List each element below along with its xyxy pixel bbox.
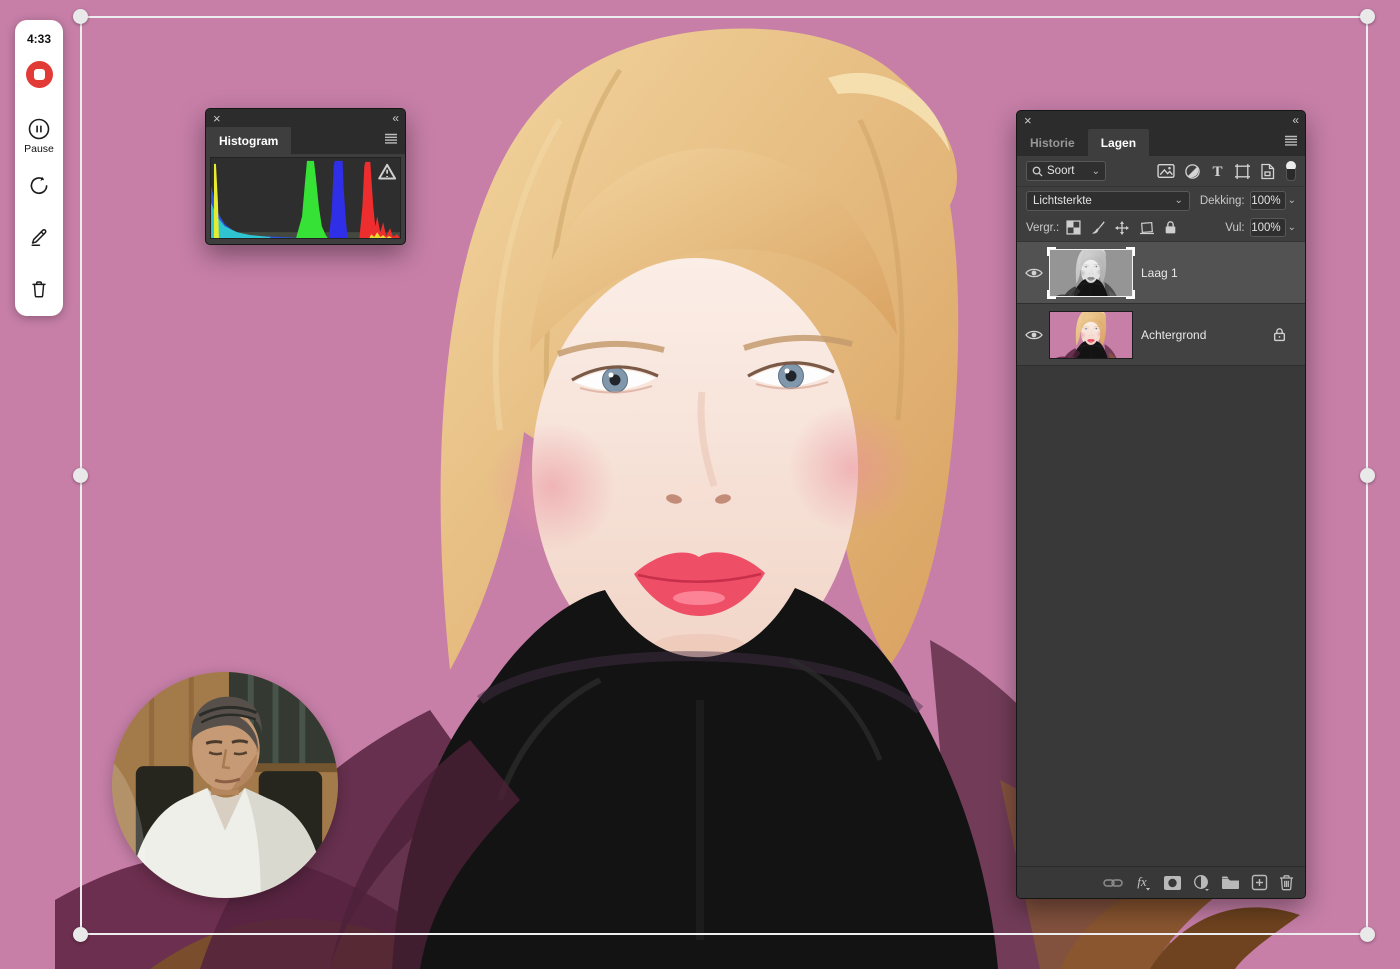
close-icon[interactable]: × (213, 112, 221, 125)
type-layer-filter-icon[interactable]: T (1210, 163, 1225, 179)
selection-corner (1047, 289, 1056, 299)
layers-list: Laag 1 Achtergrond (1017, 242, 1305, 866)
opacity-value: 100% (1251, 194, 1281, 207)
chevron-down-icon[interactable]: ⌄ (1288, 195, 1296, 206)
pause-label: Pause (24, 143, 54, 155)
resize-handle-middle-left[interactable] (73, 467, 88, 483)
visibility-toggle[interactable] (1017, 267, 1050, 279)
close-icon[interactable]: × (1024, 114, 1032, 127)
histogram-titlebar: × « (206, 109, 405, 127)
layers-bottom-toolbar: fx (1017, 866, 1305, 898)
toggle-track (1286, 169, 1296, 181)
layer-row-achtergrond[interactable]: Achtergrond (1017, 304, 1305, 366)
lock-transparency-icon[interactable] (1066, 220, 1081, 235)
layer-name[interactable]: Achtergrond (1141, 328, 1206, 342)
webcam-bubble[interactable] (112, 672, 338, 898)
filter-type-dropdown[interactable]: Soort ⌄ (1026, 161, 1106, 181)
new-layer-icon[interactable] (1251, 874, 1268, 891)
recording-timer: 4:33 (26, 32, 52, 46)
new-group-folder-icon[interactable] (1221, 875, 1240, 890)
chevron-down-icon[interactable]: ⌄ (1288, 222, 1296, 233)
pencil-icon (28, 226, 50, 248)
selection-corner (1126, 289, 1135, 299)
chevron-down-icon: ⌄ (1174, 195, 1183, 206)
lock-position-icon[interactable] (1114, 220, 1130, 236)
layers-titlebar: × « (1017, 111, 1305, 129)
layer-lock-icon[interactable] (1273, 327, 1286, 342)
panel-menu-icon[interactable] (1284, 135, 1298, 146)
selection-corner (1126, 246, 1135, 256)
panel-menu-icon[interactable] (384, 133, 398, 144)
draw-annotate-button[interactable] (28, 226, 50, 248)
layer-row-laag-1[interactable]: Laag 1 (1017, 242, 1305, 304)
smart-object-filter-icon[interactable] (1260, 163, 1275, 180)
delete-layer-trash-icon[interactable] (1279, 874, 1294, 891)
pixel-layer-filter-icon[interactable] (1157, 163, 1175, 179)
add-layer-mask-icon[interactable] (1163, 875, 1182, 891)
stop-recording-button[interactable] (25, 61, 53, 88)
fill-value: 100% (1251, 221, 1281, 234)
selection-corner (1047, 246, 1056, 256)
tab-histogram[interactable]: Histogram (206, 127, 292, 154)
fill-field[interactable]: 100% (1249, 218, 1286, 237)
eye-icon (1024, 330, 1043, 339)
tab-lagen[interactable]: Lagen (1087, 129, 1150, 156)
visibility-toggle[interactable] (1017, 329, 1050, 341)
filter-kind-icons: T (1157, 163, 1275, 180)
lock-options (1066, 220, 1177, 236)
stop-icon (33, 69, 45, 80)
pause-icon (27, 117, 51, 141)
lock-pixels-brush-icon[interactable] (1090, 220, 1105, 235)
tab-historie[interactable]: Historie (1017, 129, 1088, 156)
blend-mode-row: Lichtsterkte ⌄ Dekking: 100% ⌄ (1017, 187, 1305, 214)
histogram-chart (211, 160, 400, 238)
layers-panel: × « Historie Lagen Soort ⌄ T Lichtsterkt… (1016, 110, 1306, 899)
screen: 4:33 Pause × « Histogram × « Historie La… (0, 0, 1400, 969)
lock-all-icon[interactable] (1164, 220, 1177, 235)
clipping-warning-icon[interactable] (378, 163, 397, 180)
resize-handle-middle-right[interactable] (1360, 467, 1375, 483)
restart-recording-button[interactable] (28, 175, 50, 197)
filter-type-label: Soort (1047, 165, 1075, 177)
eye-icon (1024, 268, 1043, 277)
recorder-toolbar: 4:33 Pause (15, 20, 63, 316)
pause-button[interactable]: Pause (24, 117, 54, 155)
layer-filter-toggle[interactable] (1286, 161, 1296, 181)
blend-mode-dropdown[interactable]: Lichtsterkte ⌄ (1026, 190, 1190, 211)
opacity-field[interactable]: 100% (1249, 191, 1286, 210)
lock-artboard-icon[interactable] (1139, 220, 1155, 235)
search-icon (1032, 166, 1043, 177)
layer-thumbnail[interactable] (1047, 246, 1135, 299)
adjustment-layer-filter-icon[interactable] (1184, 163, 1201, 180)
lock-row: Vergr.: Vul: 100% ⌄ (1017, 214, 1305, 242)
opacity-label: Dekking: (1199, 194, 1245, 207)
fill-label: Vul: (1225, 221, 1245, 234)
webcam-video (112, 672, 338, 898)
shape-layer-filter-icon[interactable] (1234, 163, 1251, 180)
collapse-icon[interactable]: « (1292, 113, 1299, 127)
histogram-panel: × « Histogram (205, 108, 406, 245)
link-layers-icon[interactable] (1103, 876, 1123, 890)
blend-mode-value: Lichtsterkte (1033, 194, 1092, 207)
layer-filter-row: Soort ⌄ T (1017, 156, 1305, 187)
resize-handle-top-right[interactable] (1360, 9, 1375, 24)
layer-name[interactable]: Laag 1 (1141, 266, 1178, 280)
resize-handle-top-left[interactable] (73, 9, 88, 24)
chevron-down-icon: ⌄ (1091, 165, 1100, 177)
resize-handle-bottom-left[interactable] (73, 927, 88, 942)
trash-icon (28, 278, 50, 300)
discard-recording-button[interactable] (28, 278, 50, 300)
histogram-tabs: Histogram (206, 127, 405, 154)
collapse-icon[interactable]: « (392, 111, 399, 125)
layer-thumbnail[interactable] (1049, 310, 1133, 359)
histogram-plot (210, 157, 401, 239)
svg-text:T: T (1212, 164, 1222, 179)
layers-tab-strip: Historie Lagen (1017, 129, 1305, 156)
resize-handle-bottom-right[interactable] (1360, 927, 1375, 942)
new-adjustment-layer-icon[interactable] (1193, 874, 1210, 891)
restart-icon (28, 175, 50, 197)
svg-text:fx: fx (1137, 874, 1147, 889)
lock-label: Vergr.: (1026, 221, 1060, 234)
layer-style-fx-icon[interactable]: fx (1134, 874, 1152, 891)
